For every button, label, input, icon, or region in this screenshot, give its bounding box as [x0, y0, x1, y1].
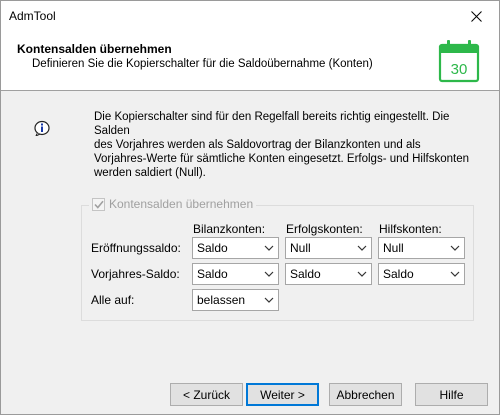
vorjahres-saldo-hilfskonten-select[interactable]: Saldo [378, 263, 465, 285]
info-line: Vorjahres-Werte für sämtliche Konten ein… [94, 153, 469, 165]
select-value: Null [383, 241, 404, 255]
info-line: werden saldiert (Null). [94, 167, 206, 179]
vorjahres-saldo-erfolgskonten-select[interactable]: Saldo [285, 263, 372, 285]
wizard-header: Kontensalden übernehmen Definieren Sie d… [1, 31, 499, 91]
close-icon [470, 10, 482, 22]
window-title: AdmTool [9, 9, 56, 23]
eroeffnungssaldo-erfolgskonten-select[interactable]: Null [285, 237, 372, 259]
select-value: Saldo [290, 267, 321, 281]
wizard-window: AdmTool Kontensalden übernehmen Definier… [0, 0, 500, 415]
select-value: Saldo [197, 241, 228, 255]
page-title: Kontensalden übernehmen [17, 42, 172, 56]
info-line: des Vorjahres werden als Saldovortrag de… [94, 139, 421, 151]
row-label-eroeffnungssaldo: Eröffnungssaldo: [91, 241, 181, 255]
checkmark-icon [93, 200, 104, 209]
kontensalden-checkbox[interactable]: Kontensalden übernehmen [89, 197, 257, 211]
column-header-bilanzkonten: Bilanzkonten: [193, 222, 266, 236]
next-button[interactable]: Weiter > [246, 383, 319, 406]
cancel-button[interactable]: Abbrechen [329, 383, 402, 406]
chevron-down-icon [264, 245, 274, 251]
calendar-icon: 30 [438, 40, 480, 83]
chevron-down-icon [357, 245, 367, 251]
close-button[interactable] [453, 1, 499, 31]
chevron-down-icon [264, 297, 274, 303]
eroeffnungssaldo-bilanzkonten-select[interactable]: Saldo [192, 237, 279, 259]
row-label-vorjahres-saldo: Vorjahres-Saldo: [91, 267, 180, 281]
eroeffnungssaldo-hilfskonten-select[interactable]: Null [378, 237, 465, 259]
vorjahres-saldo-bilanzkonten-select[interactable]: Saldo [192, 263, 279, 285]
back-button[interactable]: < Zurück [170, 383, 243, 406]
alle-auf-select[interactable]: belassen [192, 289, 279, 311]
checkbox-box[interactable] [92, 197, 105, 211]
chevron-down-icon [357, 271, 367, 277]
title-bar: AdmTool [1, 1, 499, 31]
column-header-erfolgskonten: Erfolgskonten: [286, 222, 363, 236]
help-button[interactable]: Hilfe [415, 383, 488, 406]
info-icon [34, 120, 50, 136]
chevron-down-icon [450, 271, 460, 277]
page-subtitle: Definieren Sie die Kopierschalter für di… [32, 58, 373, 70]
checkbox-label: Kontensalden übernehmen [109, 197, 254, 211]
select-value: belassen [197, 293, 246, 307]
info-text: Die Kopierschalter sind für den Regelfal… [94, 110, 474, 180]
select-value: Saldo [197, 267, 228, 281]
select-value: Null [290, 241, 311, 255]
column-header-hilfskonten: Hilfskonten: [379, 222, 442, 236]
row-label-alle-auf: Alle auf: [91, 293, 135, 307]
calendar-day: 30 [451, 61, 468, 78]
select-value: Saldo [383, 267, 414, 281]
info-line: Die Kopierschalter sind für den Regelfal… [94, 111, 450, 137]
chevron-down-icon [450, 245, 460, 251]
chevron-down-icon [264, 271, 274, 277]
